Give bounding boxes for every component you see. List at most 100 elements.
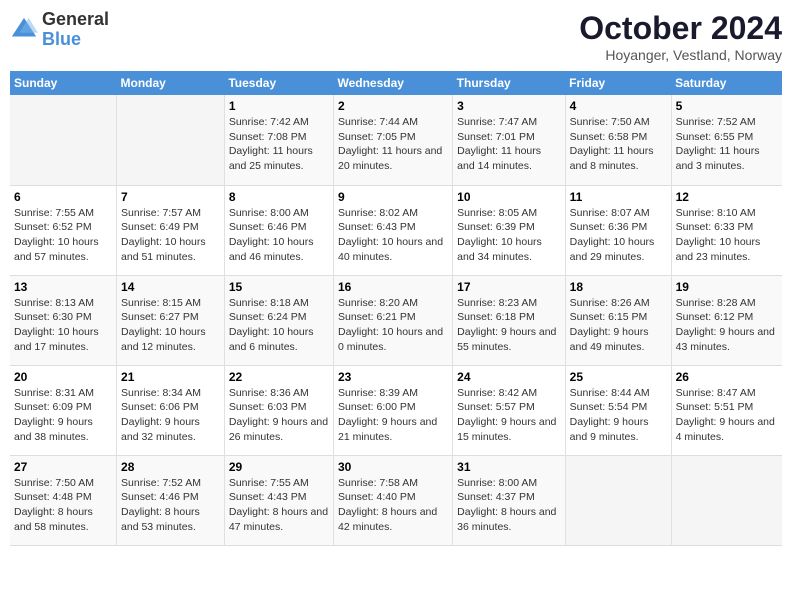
day-number: 23 <box>338 370 448 384</box>
day-cell: 16 Sunrise: 8:20 AMSunset: 6:21 PMDayligh… <box>333 275 452 365</box>
day-info: Sunrise: 7:55 AMSunset: 4:43 PMDaylight:… <box>229 476 329 535</box>
day-info: Sunrise: 8:00 AMSunset: 6:46 PMDaylight:… <box>229 206 329 265</box>
day-info: Sunrise: 8:28 AMSunset: 6:12 PMDaylight:… <box>676 296 778 355</box>
day-number: 9 <box>338 190 448 204</box>
day-cell: 18Sunrise: 8:26 AMSunset: 6:15 PMDayligh… <box>565 275 671 365</box>
day-cell: 22Sunrise: 8:36 AMSunset: 6:03 PMDayligh… <box>224 365 333 455</box>
day-info: Sunrise: 7:47 AMSunset: 7:01 PMDaylight:… <box>457 115 560 174</box>
day-info: Sunrise: 8:13 AMSunset: 6:30 PMDaylight:… <box>14 296 112 355</box>
day-number: 6 <box>14 190 112 204</box>
day-number: 12 <box>676 190 778 204</box>
day-number: 10 <box>457 190 560 204</box>
week-row-1: 1Sunrise: 7:42 AMSunset: 7:08 PMDaylight… <box>10 95 782 185</box>
header-day-tuesday: Tuesday <box>224 71 333 95</box>
day-number: 7 <box>121 190 220 204</box>
day-info: Sunrise: 8:44 AMSunset: 5:54 PMDaylight:… <box>570 386 667 445</box>
day-info: Sunrise: 7:50 AMSunset: 4:48 PMDaylight:… <box>14 476 112 535</box>
day-info: Sunrise: 7:50 AMSunset: 6:58 PMDaylight:… <box>570 115 667 174</box>
day-cell: 8 Sunrise: 8:00 AMSunset: 6:46 PMDaylight… <box>224 185 333 275</box>
week-row-3: 13 Sunrise: 8:13 AMSunset: 6:30 PMDayligh… <box>10 275 782 365</box>
title-block: October 2024 Hoyanger, Vestland, Norway <box>579 10 782 63</box>
day-cell <box>117 95 225 185</box>
day-number: 31 <box>457 460 560 474</box>
day-number: 11 <box>570 190 667 204</box>
day-info: Sunrise: 8:34 AMSunset: 6:06 PMDaylight:… <box>121 386 220 445</box>
day-cell: 13 Sunrise: 8:13 AMSunset: 6:30 PMDayligh… <box>10 275 117 365</box>
day-number: 2 <box>338 99 448 113</box>
day-info: Sunrise: 7:44 AMSunset: 7:05 PMDaylight:… <box>338 115 448 174</box>
day-cell: 1Sunrise: 7:42 AMSunset: 7:08 PMDaylight… <box>224 95 333 185</box>
day-cell: 23Sunrise: 8:39 AMSunset: 6:00 PMDayligh… <box>333 365 452 455</box>
day-info: Sunrise: 8:36 AMSunset: 6:03 PMDaylight:… <box>229 386 329 445</box>
week-row-2: 6 Sunrise: 7:55 AMSunset: 6:52 PMDaylight… <box>10 185 782 275</box>
page-header: General Blue October 2024 Hoyanger, Vest… <box>10 10 782 63</box>
day-cell: 6 Sunrise: 7:55 AMSunset: 6:52 PMDaylight… <box>10 185 117 275</box>
day-info: Sunrise: 8:10 AMSunset: 6:33 PMDaylight:… <box>676 206 778 265</box>
header-day-thursday: Thursday <box>453 71 565 95</box>
day-info: Sunrise: 8:18 AMSunset: 6:24 PMDaylight:… <box>229 296 329 355</box>
logo-icon <box>10 16 38 44</box>
day-info: Sunrise: 8:05 AMSunset: 6:39 PMDaylight:… <box>457 206 560 265</box>
day-info: Sunrise: 8:00 AMSunset: 4:37 PMDaylight:… <box>457 476 560 535</box>
day-info: Sunrise: 8:20 AMSunset: 6:21 PMDaylight:… <box>338 296 448 355</box>
header-day-wednesday: Wednesday <box>333 71 452 95</box>
day-number: 28 <box>121 460 220 474</box>
header-day-monday: Monday <box>117 71 225 95</box>
day-cell: 24Sunrise: 8:42 AMSunset: 5:57 PMDayligh… <box>453 365 565 455</box>
day-info: Sunrise: 8:02 AMSunset: 6:43 PMDaylight:… <box>338 206 448 265</box>
day-cell: 15 Sunrise: 8:18 AMSunset: 6:24 PMDayligh… <box>224 275 333 365</box>
day-number: 3 <box>457 99 560 113</box>
day-cell: 5 Sunrise: 7:52 AMSunset: 6:55 PMDaylight… <box>671 95 782 185</box>
day-info: Sunrise: 7:52 AMSunset: 4:46 PMDaylight:… <box>121 476 220 535</box>
day-cell: 27 Sunrise: 7:50 AMSunset: 4:48 PMDayligh… <box>10 455 117 545</box>
week-row-4: 20Sunrise: 8:31 AMSunset: 6:09 PMDayligh… <box>10 365 782 455</box>
calendar-title: October 2024 <box>579 10 782 47</box>
day-info: Sunrise: 7:58 AMSunset: 4:40 PMDaylight:… <box>338 476 448 535</box>
header-day-saturday: Saturday <box>671 71 782 95</box>
day-number: 25 <box>570 370 667 384</box>
day-number: 18 <box>570 280 667 294</box>
day-info: Sunrise: 8:07 AMSunset: 6:36 PMDaylight:… <box>570 206 667 265</box>
day-cell: 14Sunrise: 8:15 AMSunset: 6:27 PMDayligh… <box>117 275 225 365</box>
day-cell <box>671 455 782 545</box>
day-number: 27 <box>14 460 112 474</box>
day-cell: 25 Sunrise: 8:44 AMSunset: 5:54 PMDayligh… <box>565 365 671 455</box>
day-number: 5 <box>676 99 778 113</box>
logo-line1: General <box>42 10 109 30</box>
day-info: Sunrise: 7:42 AMSunset: 7:08 PMDaylight:… <box>229 115 329 174</box>
day-cell: 11 Sunrise: 8:07 AMSunset: 6:36 PMDayligh… <box>565 185 671 275</box>
day-cell: 31 Sunrise: 8:00 AMSunset: 4:37 PMDayligh… <box>453 455 565 545</box>
day-cell: 29 Sunrise: 7:55 AMSunset: 4:43 PMDayligh… <box>224 455 333 545</box>
day-number: 24 <box>457 370 560 384</box>
day-cell: 3 Sunrise: 7:47 AMSunset: 7:01 PMDaylight… <box>453 95 565 185</box>
day-cell: 4 Sunrise: 7:50 AMSunset: 6:58 PMDaylight… <box>565 95 671 185</box>
logo-line2: Blue <box>42 30 109 50</box>
day-cell: 7Sunrise: 7:57 AMSunset: 6:49 PMDaylight… <box>117 185 225 275</box>
day-number: 4 <box>570 99 667 113</box>
day-number: 14 <box>121 280 220 294</box>
day-number: 16 <box>338 280 448 294</box>
day-number: 21 <box>121 370 220 384</box>
day-cell: 2 Sunrise: 7:44 AMSunset: 7:05 PMDaylight… <box>333 95 452 185</box>
day-cell: 30 Sunrise: 7:58 AMSunset: 4:40 PMDayligh… <box>333 455 452 545</box>
day-info: Sunrise: 7:55 AMSunset: 6:52 PMDaylight:… <box>14 206 112 265</box>
day-cell: 26Sunrise: 8:47 AMSunset: 5:51 PMDayligh… <box>671 365 782 455</box>
day-number: 8 <box>229 190 329 204</box>
day-number: 13 <box>14 280 112 294</box>
day-cell <box>565 455 671 545</box>
day-cell: 28 Sunrise: 7:52 AMSunset: 4:46 PMDayligh… <box>117 455 225 545</box>
day-number: 30 <box>338 460 448 474</box>
day-info: Sunrise: 7:52 AMSunset: 6:55 PMDaylight:… <box>676 115 778 174</box>
header-day-sunday: Sunday <box>10 71 117 95</box>
day-number: 15 <box>229 280 329 294</box>
day-cell <box>10 95 117 185</box>
day-number: 17 <box>457 280 560 294</box>
calendar-table: SundayMondayTuesdayWednesdayThursdayFrid… <box>10 71 782 546</box>
day-cell: 19 Sunrise: 8:28 AMSunset: 6:12 PMDayligh… <box>671 275 782 365</box>
day-number: 29 <box>229 460 329 474</box>
day-cell: 20Sunrise: 8:31 AMSunset: 6:09 PMDayligh… <box>10 365 117 455</box>
day-number: 19 <box>676 280 778 294</box>
day-number: 26 <box>676 370 778 384</box>
logo-text: General Blue <box>42 10 109 50</box>
header-row: SundayMondayTuesdayWednesdayThursdayFrid… <box>10 71 782 95</box>
